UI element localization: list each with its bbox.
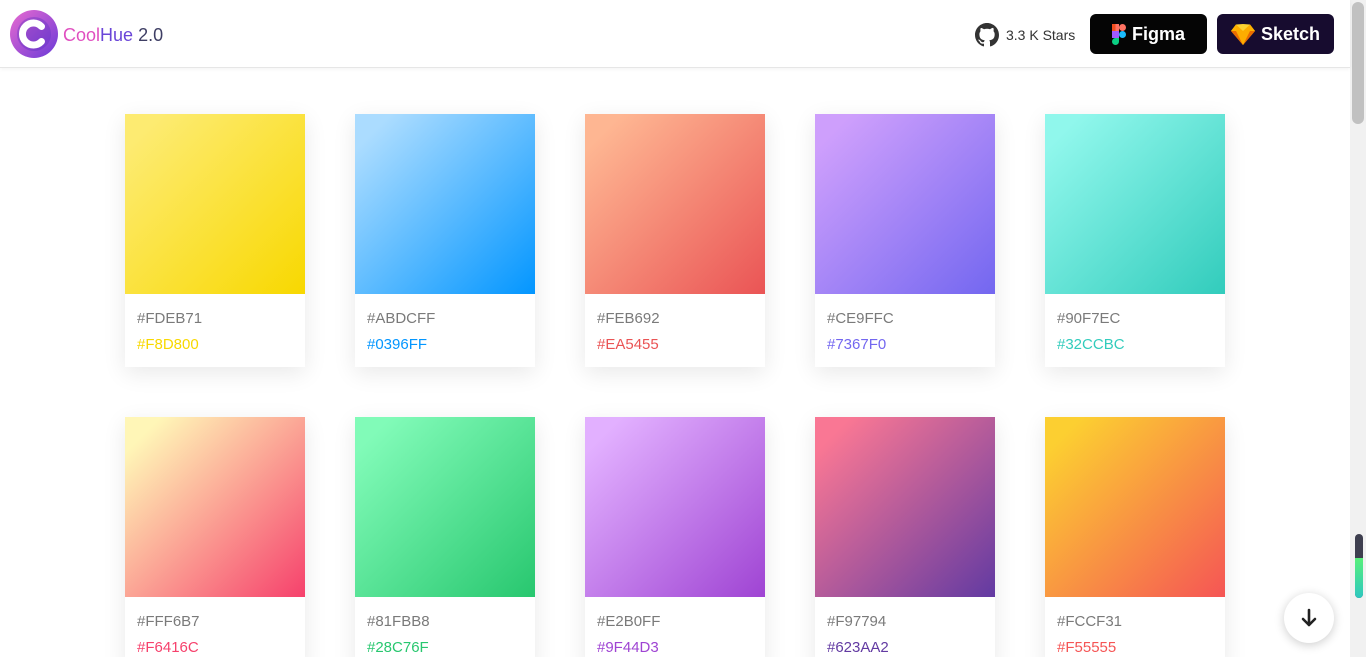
end-hex[interactable]: #0396FF xyxy=(367,336,427,354)
brand-name[interactable]: CoolHue 2.0 xyxy=(63,24,163,46)
sketch-icon xyxy=(1230,23,1255,45)
start-hex[interactable]: #CE9FFC xyxy=(827,310,894,328)
top-bar: CoolHue 2.0 3.3 K Stars Figma Sketch xyxy=(0,0,1350,68)
start-hex[interactable]: #90F7EC xyxy=(1057,310,1120,328)
scroll-progress-indicator xyxy=(1355,534,1363,598)
end-hex[interactable]: #7367F0 xyxy=(827,336,886,354)
gradient-card[interactable]: #FDEB71 #F8D800 xyxy=(125,114,305,367)
end-hex[interactable]: #EA5455 xyxy=(597,336,659,354)
gradient-card[interactable]: #CE9FFC #7367F0 xyxy=(815,114,995,367)
gradient-swatch[interactable] xyxy=(585,417,765,597)
scroll-progress-fill xyxy=(1355,558,1363,598)
start-hex[interactable]: #FCCF31 xyxy=(1057,613,1122,631)
gradient-swatch[interactable] xyxy=(1045,114,1225,294)
sketch-button[interactable]: Sketch xyxy=(1217,14,1334,54)
gradient-card[interactable]: #FCCF31 #F55555 xyxy=(1045,417,1225,657)
figma-icon xyxy=(1111,23,1126,45)
start-hex[interactable]: #ABDCFF xyxy=(367,310,435,328)
scrollbar-thumb[interactable] xyxy=(1352,2,1364,124)
start-hex[interactable]: #F97794 xyxy=(827,613,886,631)
figma-button[interactable]: Figma xyxy=(1090,14,1207,54)
gradient-card[interactable]: #FFF6B7 #F6416C xyxy=(125,417,305,657)
gradient-swatch[interactable] xyxy=(1045,417,1225,597)
start-hex[interactable]: #FDEB71 xyxy=(137,310,202,328)
brand-version: 2.0 xyxy=(138,25,164,45)
gradient-card[interactable]: #90F7EC #32CCBC xyxy=(1045,114,1225,367)
end-hex[interactable]: #F6416C xyxy=(137,639,199,657)
scroll-down-button[interactable] xyxy=(1284,593,1334,643)
arrow-down-icon xyxy=(1301,608,1317,627)
gradient-swatch[interactable] xyxy=(125,114,305,294)
gradient-card[interactable]: #81FBB8 #28C76F xyxy=(355,417,535,657)
start-hex[interactable]: #FEB692 xyxy=(597,310,660,328)
gradient-card[interactable]: #ABDCFF #0396FF xyxy=(355,114,535,367)
github-icon[interactable] xyxy=(975,23,999,47)
start-hex[interactable]: #E2B0FF xyxy=(597,613,660,631)
gradient-swatch[interactable] xyxy=(815,417,995,597)
gradient-swatch[interactable] xyxy=(355,417,535,597)
github-stars[interactable]: 3.3 K Stars xyxy=(1006,27,1075,43)
figma-label: Figma xyxy=(1131,23,1185,44)
sketch-label: Sketch xyxy=(1260,23,1321,44)
coolhue-logo[interactable] xyxy=(10,10,58,58)
gradient-card[interactable]: #F97794 #623AA2 xyxy=(815,417,995,657)
end-hex[interactable]: #F55555 xyxy=(1057,639,1116,657)
brand-part-hue: Hue xyxy=(100,25,134,45)
start-hex[interactable]: #81FBB8 xyxy=(367,613,430,631)
gradient-card[interactable]: #E2B0FF #9F44D3 xyxy=(585,417,765,657)
end-hex[interactable]: #32CCBC xyxy=(1057,336,1125,354)
end-hex[interactable]: #28C76F xyxy=(367,639,429,657)
gradient-swatch[interactable] xyxy=(815,114,995,294)
gradient-swatch[interactable] xyxy=(125,417,305,597)
brand-part-cool: Cool xyxy=(63,25,101,45)
end-hex[interactable]: #F8D800 xyxy=(137,336,199,354)
end-hex[interactable]: #9F44D3 xyxy=(597,639,659,657)
gradient-swatch[interactable] xyxy=(585,114,765,294)
start-hex[interactable]: #FFF6B7 xyxy=(137,613,200,631)
gradient-card[interactable]: #FEB692 #EA5455 xyxy=(585,114,765,367)
end-hex[interactable]: #623AA2 xyxy=(827,639,889,657)
gradient-swatch[interactable] xyxy=(355,114,535,294)
